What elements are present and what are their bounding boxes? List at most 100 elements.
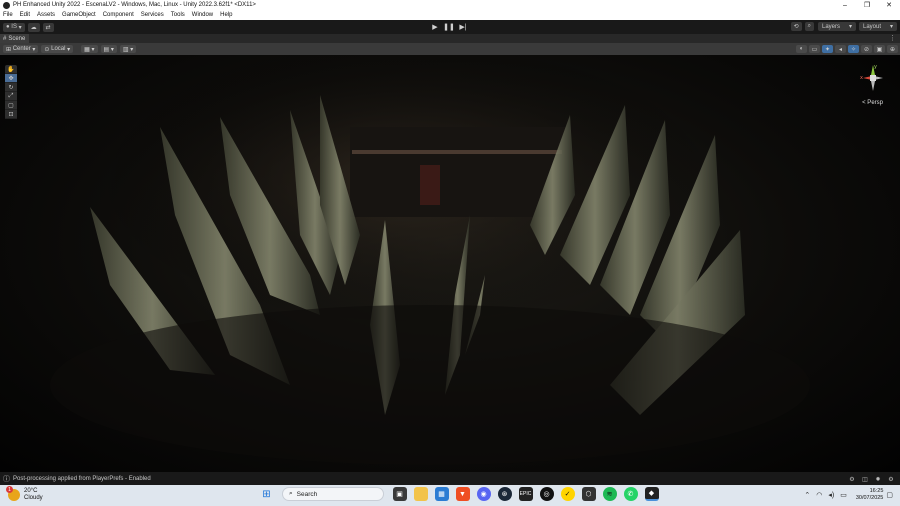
layers-dropdown[interactable]: Layers ▾ (818, 22, 856, 31)
rotate-tool-button[interactable]: ↻ (5, 83, 17, 92)
collab-button[interactable]: ⇄ (42, 22, 54, 32)
norton-icon[interactable]: ✓ (560, 487, 575, 501)
scene-viewport[interactable]: ✋ ✥ ↻ ⤢ ▢ ⊡ x y < Persp (0, 55, 900, 472)
notification-badge: 1 (6, 486, 13, 493)
window-controls: – ❐ ✕ (834, 0, 900, 10)
transform-icon: ⊡ (8, 111, 14, 118)
play-icon: ▶ (432, 24, 438, 31)
unity-icon[interactable]: ◆ (644, 487, 659, 501)
menu-assets[interactable]: Assets (37, 12, 55, 18)
weather-condition: Cloudy (24, 495, 43, 501)
menu-help[interactable]: Help (220, 12, 232, 18)
github-icon[interactable]: ◎ (539, 487, 554, 501)
status-message[interactable]: Post-processing applied from PlayerPrefs… (13, 476, 151, 482)
search-icon: ⌕ (289, 490, 293, 497)
layout-dropdown[interactable]: Layout ▾ (859, 22, 897, 31)
menu-component[interactable]: Component (103, 12, 134, 18)
rect-snap-button[interactable]: ▥ ▾ (119, 45, 137, 53)
tab-scene[interactable]: # Scene (0, 34, 30, 43)
search-button[interactable]: ⌕ (804, 22, 814, 31)
brave-icon[interactable]: ▼ (455, 487, 470, 501)
steam-icon[interactable]: ⊛ (497, 487, 512, 501)
toolbar-right: ⟲ ⌕ Layers ▾ Layout ▾ (788, 22, 900, 31)
taskbar-clock[interactable]: 16:25 30/07/2025 (856, 488, 884, 502)
transform-tool-button[interactable]: ⊡ (5, 110, 17, 119)
chevron-down-icon: ▾ (848, 24, 852, 30)
draw-mode-button[interactable]: ◐ (796, 45, 807, 53)
weather-text: 20°C Cloudy (24, 488, 43, 502)
store-icon[interactable]: ▦ (434, 487, 449, 501)
whatsapp-icon[interactable]: ✆ (623, 487, 638, 501)
notifications-icon[interactable]: ▢ (886, 491, 893, 499)
chevron-up-icon[interactable]: ⌃ (804, 491, 810, 499)
menu-window[interactable]: Window (192, 12, 213, 18)
cloud-icon: ☁ (30, 24, 37, 31)
space-dropdown[interactable]: ⊙ Local ▾ (41, 45, 74, 53)
unity-hub-icon[interactable]: ⬡ (581, 487, 596, 501)
rect-tool-button[interactable]: ▢ (5, 101, 17, 110)
battery-icon[interactable]: ▭ (840, 491, 847, 499)
epic-games-icon[interactable]: EPIC (518, 487, 533, 501)
menu-services[interactable]: Services (141, 12, 164, 18)
close-button[interactable]: ✕ (878, 0, 900, 10)
snap-increment-button[interactable]: ▤ ▾ (100, 45, 117, 53)
move-icon: ✥ (8, 75, 14, 82)
bug-icon[interactable]: ✹ (873, 475, 883, 483)
gizmos-button[interactable]: ⊕ (887, 45, 898, 53)
window-title: PH Enhanced Unity 2022 - EscenaLV2 - Win… (13, 2, 256, 8)
cloud-button[interactable]: ☁ (27, 22, 40, 32)
progress-icon[interactable]: ◫ (860, 475, 870, 483)
spotify-icon[interactable]: ≋ (602, 487, 617, 501)
menu-gameobject[interactable]: GameObject (62, 12, 96, 18)
step-button[interactable]: ▶| (456, 22, 470, 32)
effects-toggle[interactable]: ✧ (848, 45, 859, 53)
task-view-icon[interactable]: ▣ (392, 487, 407, 501)
pivot-icon: ⊞ (6, 46, 13, 53)
maximize-button[interactable]: ❐ (856, 0, 878, 10)
file-explorer-icon[interactable] (413, 487, 428, 501)
account-button[interactable]: ● IS ▾ (3, 22, 25, 32)
pause-button[interactable]: ❚❚ (442, 22, 456, 32)
hidden-objects-toggle[interactable]: ⊘ (861, 45, 872, 53)
search-placeholder: Search (296, 490, 318, 498)
minimize-button[interactable]: – (834, 0, 856, 10)
shading-icon: ◐ (799, 46, 804, 52)
gizmo-x-label: x (860, 75, 863, 81)
pivot-dropdown[interactable]: ⊞ Center ▾ (3, 45, 39, 53)
move-tool-button[interactable]: ✥ (5, 74, 17, 83)
weather-widget[interactable]: 1 20°C Cloudy (6, 486, 43, 502)
history-button[interactable]: ⟲ (790, 22, 802, 31)
gizmo-center[interactable] (870, 75, 876, 81)
rotate-icon: ↻ (8, 84, 14, 91)
gizmos-icon: ⊕ (889, 46, 896, 53)
gizmo-neg-y-axis[interactable] (871, 81, 875, 91)
hand-tool-button[interactable]: ✋ (5, 65, 17, 74)
2d-toggle[interactable]: ▭ (809, 45, 820, 53)
wifi-icon[interactable]: ◠ (816, 491, 822, 499)
windows-taskbar: 1 20°C Cloudy ⊞ ⌕ Search ▣ ▦ ▼ ◉ ⊛ EPIC … (0, 485, 900, 506)
projection-label[interactable]: < Persp (862, 100, 883, 106)
menu-tools[interactable]: Tools (171, 12, 185, 18)
discord-icon[interactable]: ◉ (476, 487, 491, 501)
grid-icon: # (3, 35, 7, 42)
camera-settings-button[interactable]: ▣ (874, 45, 885, 53)
2d-icon: ▭ (811, 46, 818, 53)
start-button[interactable]: ⊞ (260, 487, 274, 501)
orientation-gizmo[interactable]: x y (860, 63, 886, 93)
taskbar-search[interactable]: ⌕ Search (282, 487, 384, 501)
scale-icon: ⤢ (8, 92, 14, 99)
grid-snap-button[interactable]: ▦ ▾ (81, 45, 98, 53)
audio-toggle[interactable]: ◂ (835, 45, 846, 53)
menu-file[interactable]: File (3, 12, 13, 18)
settings-icon[interactable]: ⚙ (886, 475, 896, 483)
debug-icon[interactable]: ⚙ (847, 475, 857, 483)
more-options-icon[interactable]: ⋮ (889, 34, 896, 42)
scale-tool-button[interactable]: ⤢ (5, 92, 17, 101)
pause-icon: ❚❚ (443, 24, 455, 31)
scene-tool-palette: ✋ ✥ ↻ ⤢ ▢ ⊡ (5, 65, 17, 119)
lighting-toggle[interactable]: ✦ (822, 45, 833, 53)
menu-edit[interactable]: Edit (20, 12, 30, 18)
volume-icon[interactable]: ◂) (828, 491, 834, 499)
tab-scene-label: Scene (8, 35, 26, 42)
play-button[interactable]: ▶ (428, 22, 442, 32)
